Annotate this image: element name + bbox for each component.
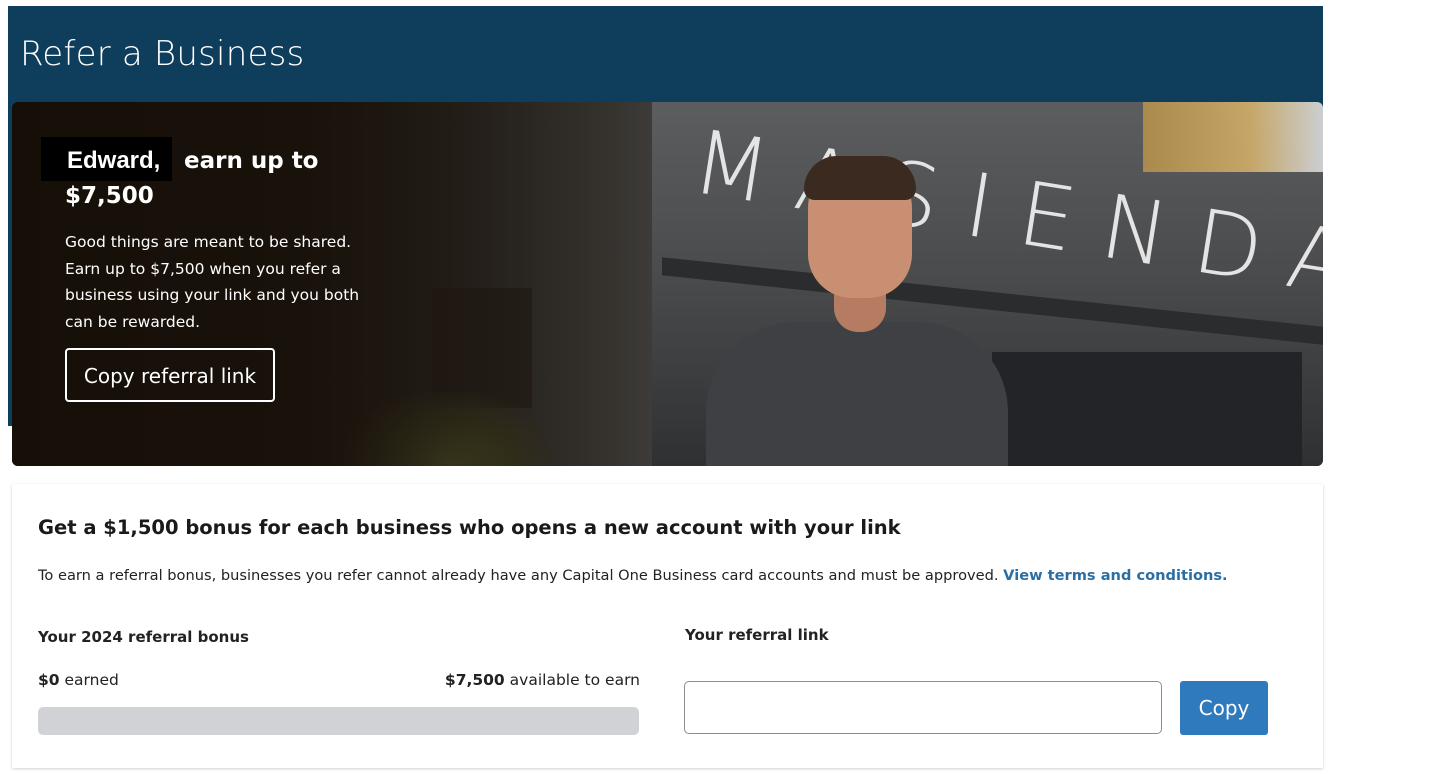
referral-bonus-progress-bar bbox=[38, 707, 639, 735]
referral-card-description: To earn a referral bonus, businesses you… bbox=[38, 567, 1228, 584]
available-amount-text: $7,500 available to earn bbox=[445, 671, 640, 689]
page-title: Refer a Business bbox=[20, 34, 305, 74]
referral-eligibility-text: To earn a referral bonus, businesses you… bbox=[38, 567, 999, 584]
page: Refer a Business MASIENDA Edward, earn u… bbox=[0, 0, 1432, 774]
referral-link-label: Your referral link bbox=[685, 626, 829, 644]
earned-suffix: earned bbox=[59, 671, 119, 689]
hero-user-name: Edward, bbox=[41, 137, 173, 181]
earned-amount: $0 bbox=[38, 671, 60, 689]
terms-and-conditions-link[interactable]: View terms and conditions. bbox=[1003, 567, 1227, 584]
earned-amount-text: $0 earned bbox=[38, 671, 119, 689]
referral-link-input[interactable] bbox=[684, 681, 1162, 734]
hero-earn-up-to: earn up to bbox=[184, 148, 319, 174]
hero-person-photo bbox=[702, 156, 1012, 466]
available-suffix: available to earn bbox=[504, 671, 640, 689]
person-shirt bbox=[706, 322, 1008, 466]
hero-description: Good things are meant to be shared. Earn… bbox=[65, 233, 360, 331]
hero-sky-image bbox=[1143, 102, 1323, 172]
hero-storefront-image bbox=[992, 352, 1302, 466]
available-amount: $7,500 bbox=[444, 671, 505, 689]
copy-referral-link-button[interactable]: Copy referral link bbox=[65, 348, 275, 402]
hero-earn-amount: $7,500 bbox=[65, 183, 154, 209]
copy-button[interactable]: Copy bbox=[1180, 681, 1268, 735]
person-hair bbox=[804, 156, 916, 200]
referral-bonus-label: Your 2024 referral bonus bbox=[38, 628, 249, 646]
referral-card-title: Get a $1,500 bonus for each business who… bbox=[38, 516, 901, 539]
